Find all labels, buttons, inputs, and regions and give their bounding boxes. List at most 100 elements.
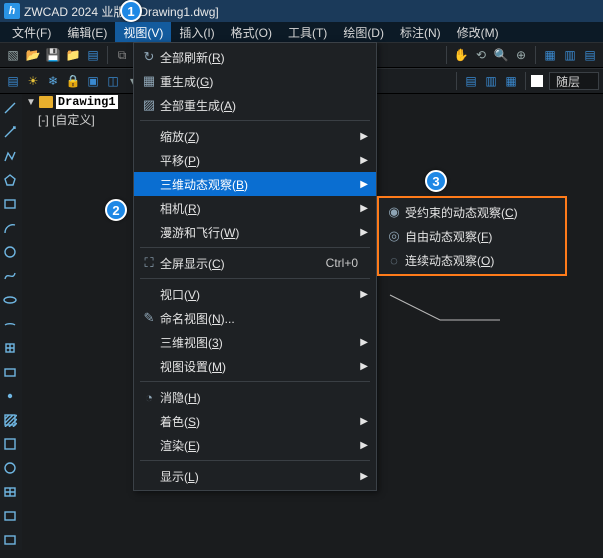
orbit-icon: ◉ bbox=[383, 204, 405, 220]
layers-icon[interactable]: ▥ bbox=[561, 46, 579, 64]
menu-item[interactable]: ▨全部重生成(A) bbox=[134, 93, 376, 117]
collapse-icon[interactable]: ▼ bbox=[26, 97, 36, 108]
line-icon[interactable] bbox=[0, 98, 20, 118]
menu-separator bbox=[140, 278, 370, 279]
swatch-icon[interactable] bbox=[531, 75, 543, 87]
sun-icon[interactable]: ☀ bbox=[24, 72, 42, 90]
tree-child-row[interactable]: [-] [自定义] bbox=[24, 110, 134, 129]
ellipse-arc-icon[interactable] bbox=[0, 314, 20, 334]
menu-修改m[interactable]: 修改(M) bbox=[449, 22, 507, 42]
3d-orbit-submenu: ◉受约束的动态观察(C)◎自由动态观察(F)◌连续动态观察(O) bbox=[377, 196, 567, 276]
submenu-item[interactable]: ◉受约束的动态观察(C) bbox=[379, 200, 565, 224]
submenu-arrow-icon: ▶ bbox=[358, 179, 368, 190]
polygon-icon[interactable] bbox=[0, 170, 20, 190]
layer-mgr-icon[interactable]: ▤ bbox=[4, 72, 22, 90]
menu-item[interactable]: ↻全部刷新(R) bbox=[134, 45, 376, 69]
layer-combo[interactable]: 随层 bbox=[549, 72, 599, 90]
menu-item[interactable]: 相机(R)▶ bbox=[134, 196, 376, 220]
freeze-icon[interactable]: ❄ bbox=[44, 72, 62, 90]
menu-item-label: 全部刷新(R) bbox=[160, 49, 358, 66]
menu-标注n[interactable]: 标注(N) bbox=[392, 22, 449, 42]
layerstack3-icon[interactable]: ▦ bbox=[502, 72, 520, 90]
menu-item[interactable]: 平移(P)▶ bbox=[134, 148, 376, 172]
zoom2-icon[interactable]: ⊕ bbox=[512, 46, 530, 64]
circle-icon[interactable] bbox=[0, 242, 20, 262]
copy-icon[interactable]: ⧉ bbox=[113, 46, 131, 64]
menu-插入i[interactable]: 插入(I) bbox=[171, 22, 222, 42]
menu-item[interactable]: 视口(V)▶ bbox=[134, 282, 376, 306]
polyline-icon[interactable] bbox=[0, 146, 20, 166]
menu-item[interactable]: ▦重生成(G) bbox=[134, 69, 376, 93]
submenu-item-label: 自由动态观察(F) bbox=[405, 228, 557, 245]
menu-视图v[interactable]: 视图(V) bbox=[115, 22, 171, 42]
block2-icon[interactable] bbox=[0, 362, 20, 382]
annotation-badge-3: 3 bbox=[425, 170, 447, 192]
ellipse-icon[interactable] bbox=[0, 290, 20, 310]
submenu-arrow-icon: ▶ bbox=[358, 361, 368, 372]
menu-工具t[interactable]: 工具(T) bbox=[280, 22, 335, 42]
menu-item[interactable]: ◔消隐(H) bbox=[134, 385, 376, 409]
menu-item-label: 消隐(H) bbox=[160, 389, 358, 406]
menu-item[interactable]: 缩放(Z)▶ bbox=[134, 124, 376, 148]
pan-icon[interactable]: ✋ bbox=[452, 46, 470, 64]
menu-separator bbox=[140, 460, 370, 461]
text-icon[interactable] bbox=[0, 506, 20, 526]
menu-item[interactable]: ⛶全屏显示(C)Ctrl+0 bbox=[134, 251, 376, 275]
layerstack-icon[interactable]: ▤ bbox=[462, 72, 480, 90]
submenu-item-label: 连续动态观察(O) bbox=[405, 252, 557, 269]
submenu-item[interactable]: ◎自由动态观察(F) bbox=[379, 224, 565, 248]
spline-icon[interactable] bbox=[0, 266, 20, 286]
cube-icon[interactable]: ◫ bbox=[104, 72, 122, 90]
save-icon[interactable]: 💾 bbox=[44, 46, 62, 64]
point-icon[interactable] bbox=[0, 386, 20, 406]
submenu-item[interactable]: ◌连续动态观察(O) bbox=[379, 248, 565, 272]
ray-icon[interactable] bbox=[0, 122, 20, 142]
annotation-badge-1: 1 bbox=[120, 0, 142, 22]
menu-绘图d[interactable]: 绘图(D) bbox=[335, 22, 392, 42]
menu-item-label: 三维动态观察(B) bbox=[160, 176, 358, 193]
menu-格式o[interactable]: 格式(O) bbox=[223, 22, 280, 42]
app-logo-icon: h bbox=[4, 3, 20, 19]
mtext-icon[interactable] bbox=[0, 530, 20, 550]
gradient-icon[interactable] bbox=[0, 434, 20, 454]
menu-item[interactable]: 视图设置(M)▶ bbox=[134, 354, 376, 378]
menu-item[interactable]: 三维动态观察(B)▶ bbox=[134, 172, 376, 196]
lock-icon[interactable]: 🔒 bbox=[64, 72, 82, 90]
separator bbox=[107, 46, 108, 64]
open-icon[interactable]: 📂 bbox=[24, 46, 42, 64]
menu-separator bbox=[140, 120, 370, 121]
table-icon[interactable] bbox=[0, 482, 20, 502]
menu-item[interactable]: ✎命名视图(N)... bbox=[134, 306, 376, 330]
new-icon[interactable]: ▧ bbox=[4, 46, 22, 64]
tree-root-label: Drawing1 bbox=[56, 95, 118, 109]
submenu-arrow-icon: ▶ bbox=[358, 155, 368, 166]
menu-item-label: 漫游和飞行(W) bbox=[160, 224, 358, 241]
menu-item-label: 相机(R) bbox=[160, 200, 358, 217]
menu-item[interactable]: 渲染(E)▶ bbox=[134, 433, 376, 457]
menu-item-label: 全部重生成(A) bbox=[160, 97, 358, 114]
menu-item[interactable]: 漫游和飞行(W)▶ bbox=[134, 220, 376, 244]
tree-root-row[interactable]: ▼ Drawing1 bbox=[24, 94, 134, 110]
menu-item[interactable]: 三维视图(3)▶ bbox=[134, 330, 376, 354]
orbit-icon[interactable]: ⟲ bbox=[472, 46, 490, 64]
print-icon[interactable]: ▤ bbox=[84, 46, 102, 64]
folder-icon[interactable]: 📁 bbox=[64, 46, 82, 64]
menu-文件f[interactable]: 文件(F) bbox=[4, 22, 59, 42]
rect-icon[interactable] bbox=[0, 194, 20, 214]
props-icon[interactable]: ▦ bbox=[541, 46, 559, 64]
menu-item-shortcut: Ctrl+0 bbox=[326, 256, 358, 270]
title-bar: h ZWCAD 2024 业版 - [Drawing1.dwg] bbox=[0, 0, 603, 22]
tool-icon[interactable]: ▤ bbox=[581, 46, 599, 64]
block-icon[interactable] bbox=[0, 338, 20, 358]
layerstack2-icon[interactable]: ▥ bbox=[482, 72, 500, 90]
menu-item[interactable]: 显示(L)▶ bbox=[134, 464, 376, 488]
box-icon[interactable]: ▣ bbox=[84, 72, 102, 90]
arc-icon[interactable] bbox=[0, 218, 20, 238]
hatch-icon[interactable] bbox=[0, 410, 20, 430]
menu-item[interactable]: 着色(S)▶ bbox=[134, 409, 376, 433]
zoom-icon[interactable]: 🔍 bbox=[492, 46, 510, 64]
menu-编辑e[interactable]: 编辑(E) bbox=[59, 22, 115, 42]
submenu-item-label: 受约束的动态观察(C) bbox=[405, 204, 557, 221]
region-icon[interactable] bbox=[0, 458, 20, 478]
dwg-file-icon bbox=[39, 96, 53, 108]
